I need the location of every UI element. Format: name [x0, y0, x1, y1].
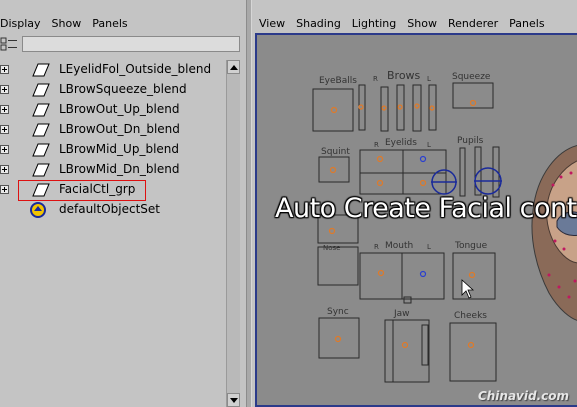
expand-icon[interactable]: [0, 65, 9, 74]
expand-icon[interactable]: [0, 145, 9, 154]
label-nose: Nose: [323, 244, 340, 252]
label-mouth: Mouth: [385, 241, 413, 251]
sync-control-box[interactable]: [318, 317, 360, 359]
label-mouth-r: R: [374, 243, 379, 251]
expand-icon[interactable]: [0, 105, 9, 114]
menu-panels[interactable]: Panels: [92, 17, 127, 30]
scroll-down-arrow-icon[interactable]: [227, 393, 240, 407]
label-mouth-l: L: [427, 243, 431, 251]
label-eyelids: Eyelids: [385, 138, 417, 148]
list-item[interactable]: LBrowMid_Up_blend: [0, 140, 226, 160]
menu-shading[interactable]: Shading: [296, 17, 341, 30]
label-eyelids-l: L: [427, 141, 431, 149]
label-squint: Squint: [321, 147, 350, 157]
list-item[interactable]: LBrowOut_Dn_blend: [0, 120, 226, 140]
outliner-panel: Display Show Panels LEyelidFol_Outside_b…: [0, 0, 246, 407]
item-label: LEyelidFol_Outside_blend: [59, 62, 212, 76]
item-label: LBrowMid_Dn_blend: [59, 162, 180, 176]
viewport-menubar: View Shading Lighting Show Renderer Pane…: [259, 14, 577, 32]
viewport-panel: View Shading Lighting Show Renderer Pane…: [252, 0, 577, 407]
label-eyeballs: EyeBalls: [319, 76, 357, 86]
outliner-filter-row: [0, 34, 246, 54]
list-item[interactable]: LBrowSqueeze_blend: [0, 80, 226, 100]
menu-show[interactable]: Show: [52, 17, 82, 30]
menu-lighting[interactable]: Lighting: [352, 17, 396, 30]
expand-icon[interactable]: [0, 125, 9, 134]
label-pupils: Pupils: [457, 136, 484, 146]
tutorial-overlay-title: Auto Create Facial control: [275, 193, 577, 224]
menu-display[interactable]: Display: [0, 17, 41, 30]
outliner-search-field[interactable]: [22, 36, 240, 52]
label-jaw: Jaw: [393, 309, 410, 319]
transform-node-icon: [32, 63, 50, 77]
menu-panels[interactable]: Panels: [509, 17, 544, 30]
scroll-up-arrow-icon[interactable]: [227, 60, 240, 74]
cheeks-control-box[interactable]: [449, 322, 497, 382]
label-sync: Sync: [327, 307, 349, 317]
label-brows-l: L: [427, 75, 431, 83]
transform-node-icon: [32, 123, 50, 137]
menu-view[interactable]: View: [259, 17, 285, 30]
object-set-icon: [30, 202, 46, 218]
selection-highlight-box: [18, 180, 146, 201]
label-eyelids-r: R: [374, 141, 379, 149]
label-squeeze: Squeeze: [452, 72, 491, 82]
list-item[interactable]: defaultObjectSet: [0, 200, 226, 220]
item-label: LBrowOut_Dn_blend: [59, 122, 180, 136]
transform-node-icon: [32, 143, 50, 157]
expand-icon[interactable]: [0, 165, 9, 174]
filter-icon[interactable]: [0, 37, 18, 51]
item-label: LBrowOut_Up_blend: [59, 102, 180, 116]
eyeballs-control-box[interactable]: [312, 88, 354, 132]
outliner-scrollbar[interactable]: [226, 60, 240, 407]
3d-viewport[interactable]: EyeBalls R Brows L Squeeze R Eyelids L P…: [255, 33, 577, 407]
list-item[interactable]: LEyelidFol_Outside_blend: [0, 60, 226, 80]
item-label: LBrowSqueeze_blend: [59, 82, 187, 96]
expand-icon[interactable]: [0, 185, 9, 194]
watermark-logo: Chinavid.com: [477, 389, 569, 403]
outliner-menubar: Display Show Panels: [0, 14, 246, 32]
item-label: LBrowMid_Up_blend: [59, 142, 180, 156]
label-cheeks: Cheeks: [454, 311, 487, 321]
squint-control-box[interactable]: [318, 156, 350, 183]
expand-icon[interactable]: [0, 85, 9, 94]
transform-node-icon: [32, 163, 50, 177]
list-item[interactable]: LBrowMid_Dn_blend: [0, 160, 226, 180]
menu-renderer[interactable]: Renderer: [448, 17, 498, 30]
label-brows: Brows: [387, 69, 421, 82]
transform-node-icon: [32, 83, 50, 97]
mouse-cursor-icon: [461, 279, 475, 299]
menu-show[interactable]: Show: [407, 17, 437, 30]
label-brows-r: R: [373, 75, 378, 83]
label-tongue: Tongue: [454, 241, 488, 251]
outliner-list: LEyelidFol_Outside_blend LBrowSqueeze_bl…: [0, 60, 226, 407]
item-label: defaultObjectSet: [59, 202, 161, 216]
transform-node-icon: [32, 103, 50, 117]
list-item[interactable]: LBrowOut_Up_blend: [0, 100, 226, 120]
squeeze-control-box[interactable]: [452, 82, 494, 109]
character-head-model[interactable]: [531, 145, 577, 321]
